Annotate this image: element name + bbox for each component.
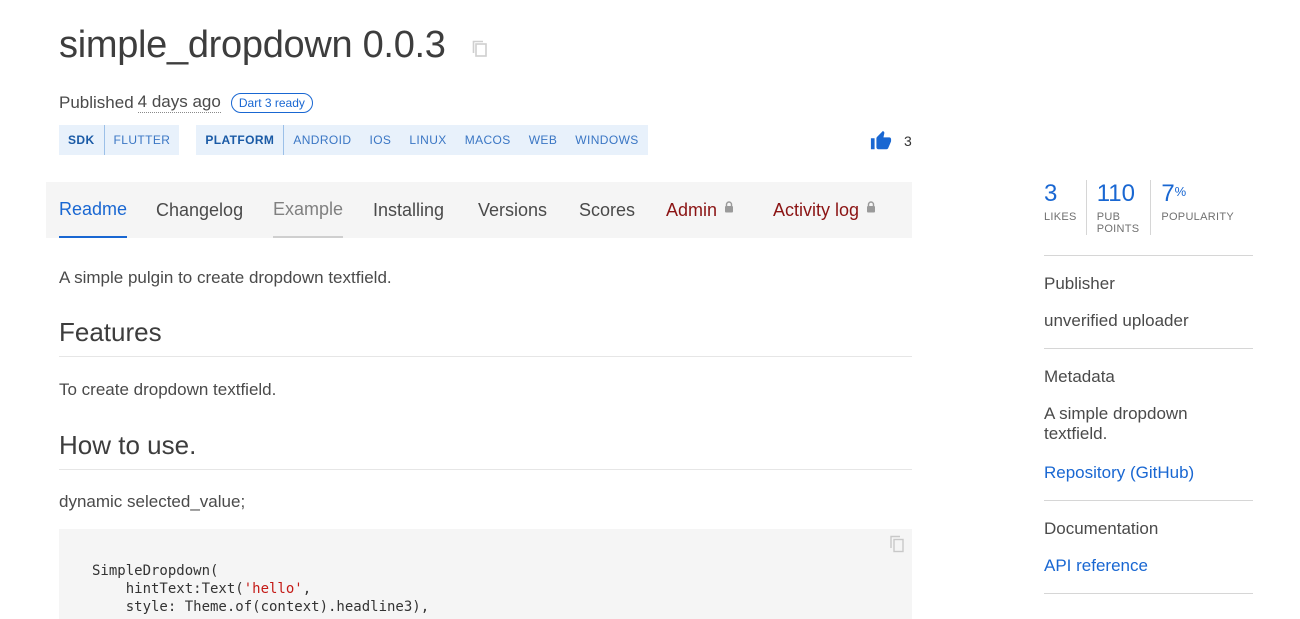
tag-ios[interactable]: IOS bbox=[360, 125, 400, 155]
published-row: Published 4 days ago Dart 3 ready bbox=[59, 92, 313, 113]
lock-icon bbox=[725, 201, 734, 213]
popularity-suffix: % bbox=[1174, 184, 1187, 199]
sdk-tag-head[interactable]: SDK bbox=[59, 125, 105, 155]
lock-icon bbox=[867, 201, 876, 213]
platform-tag-group: PLATFORM ANDROID IOS LINUX MACOS WEB WIN… bbox=[196, 125, 648, 155]
publisher-section: Publisher unverified uploader bbox=[1044, 256, 1253, 349]
tab-example[interactable]: Example bbox=[273, 182, 344, 238]
stat-label: PUB POINTS bbox=[1096, 211, 1140, 235]
tab-readme[interactable]: Readme bbox=[59, 182, 128, 238]
tab-changelog[interactable]: Changelog bbox=[156, 182, 243, 238]
tab-label: Scores bbox=[579, 199, 636, 220]
tab-installing[interactable]: Installing bbox=[373, 182, 444, 238]
published-ago[interactable]: 4 days ago bbox=[137, 92, 221, 113]
tab-label: Readme bbox=[59, 198, 128, 219]
score-stats[interactable]: 3 LIKES 110 PUB POINTS 7% POPULARITY bbox=[1044, 180, 1253, 256]
features-heading: Features bbox=[59, 317, 912, 357]
documentation-section: Documentation API reference bbox=[1044, 501, 1253, 594]
documentation-heading: Documentation bbox=[1044, 519, 1159, 538]
tab-scores[interactable]: Scores bbox=[579, 182, 635, 238]
code-line: style: Theme.of(context).headline3), bbox=[92, 599, 430, 615]
like-widget: 3 bbox=[870, 130, 912, 152]
features-text: To create dropdown textfield. bbox=[59, 380, 277, 399]
code-line: SimpleDropdown( bbox=[92, 563, 219, 579]
stat-pub-points[interactable]: 110 PUB POINTS bbox=[1097, 180, 1152, 235]
stat-value: 7% bbox=[1161, 180, 1234, 208]
code-text: SimpleDropdown( hintText:Text('hello', s… bbox=[92, 562, 429, 616]
stat-value: 3 bbox=[1044, 180, 1077, 208]
tab-label: Versions bbox=[478, 199, 548, 220]
likes-value: 3 bbox=[1044, 180, 1058, 207]
platform-tag-head[interactable]: PLATFORM bbox=[196, 125, 285, 155]
like-count: 3 bbox=[904, 133, 912, 149]
publisher-value: unverified uploader bbox=[1044, 311, 1189, 330]
sidebar: 3 LIKES 110 PUB POINTS 7% POPULARITY Pub… bbox=[1044, 180, 1253, 594]
stat-value: 110 bbox=[1097, 180, 1142, 208]
code-line: hintText:Text( bbox=[92, 581, 244, 597]
metadata-section: Metadata A simple dropdown textfield. Re… bbox=[1044, 349, 1253, 501]
tab-activity-log[interactable]: Activity log bbox=[773, 182, 876, 238]
stat-label: LIKES bbox=[1044, 211, 1077, 223]
repository-link[interactable]: Repository (GitHub) bbox=[1044, 463, 1253, 483]
tag-bar: SDK FLUTTER PLATFORM ANDROID IOS LINUX M… bbox=[59, 125, 665, 155]
tag-android[interactable]: ANDROID bbox=[284, 125, 360, 155]
tab-label: Changelog bbox=[156, 199, 244, 220]
dart3-badge[interactable]: Dart 3 ready bbox=[230, 92, 313, 113]
tag-web[interactable]: WEB bbox=[520, 125, 567, 155]
popularity-value: 7 bbox=[1161, 180, 1175, 207]
copy-icon[interactable] bbox=[889, 535, 905, 553]
tab-bar: Readme Changelog Example Installing Vers… bbox=[46, 182, 912, 238]
code-string: 'hello' bbox=[243, 581, 303, 597]
publisher-heading: Publisher bbox=[1044, 274, 1115, 293]
stat-likes[interactable]: 3 LIKES bbox=[1044, 180, 1087, 235]
tag-flutter[interactable]: FLUTTER bbox=[105, 125, 180, 155]
howto-text: dynamic selected_value; bbox=[59, 492, 246, 511]
pub-points-value: 110 bbox=[1096, 180, 1135, 207]
sdk-tag-group: SDK FLUTTER bbox=[59, 125, 180, 155]
tab-label: Installing bbox=[373, 199, 445, 220]
metadata-heading: Metadata bbox=[1044, 367, 1115, 386]
stat-label: POPULARITY bbox=[1161, 211, 1234, 223]
copy-icon[interactable] bbox=[470, 39, 490, 59]
tag-macos[interactable]: MACOS bbox=[456, 125, 520, 155]
stat-popularity[interactable]: 7% POPULARITY bbox=[1161, 180, 1243, 235]
tab-versions[interactable]: Versions bbox=[478, 182, 547, 238]
tab-admin[interactable]: Admin bbox=[666, 182, 734, 238]
readme-intro: A simple pulgin to create dropdown textf… bbox=[59, 268, 392, 287]
thumbs-up-icon[interactable] bbox=[870, 130, 892, 152]
tag-windows[interactable]: WINDOWS bbox=[566, 125, 647, 155]
api-reference-link[interactable]: API reference bbox=[1044, 556, 1253, 576]
tab-label: Activity log bbox=[773, 199, 860, 220]
howto-heading: How to use. bbox=[59, 430, 912, 470]
published-label: Published bbox=[59, 92, 134, 112]
metadata-description: A simple dropdown textfield. bbox=[1044, 404, 1188, 443]
tag-linux[interactable]: LINUX bbox=[400, 125, 455, 155]
code-line: , bbox=[302, 581, 312, 597]
tab-label: Admin bbox=[666, 199, 718, 220]
tab-label: Example bbox=[273, 198, 344, 219]
code-block: SimpleDropdown( hintText:Text('hello', s… bbox=[59, 529, 912, 619]
title-row: simple_dropdown 0.0.3 bbox=[59, 24, 490, 67]
package-title: simple_dropdown 0.0.3 bbox=[59, 24, 446, 66]
